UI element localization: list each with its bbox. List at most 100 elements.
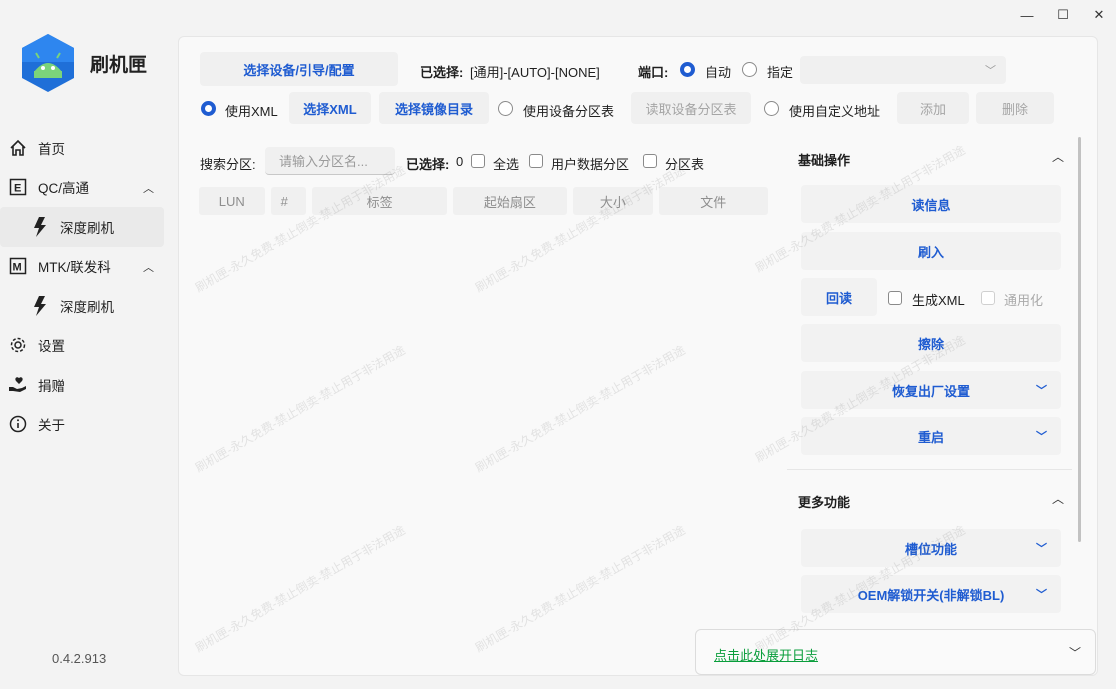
log-expander[interactable]: 点击此处展开日志 ﹀ xyxy=(695,629,1096,675)
factory-reset-button[interactable]: 恢复出厂设置 ﹀ xyxy=(801,371,1061,409)
minimize-icon[interactable]: — xyxy=(1020,6,1034,24)
window-controls: — ☐ ✕ xyxy=(1020,6,1106,24)
brand: 刷机匣 xyxy=(20,32,147,94)
search-partition-label: 搜索分区: xyxy=(200,157,256,172)
selected-count-label: 已选择: xyxy=(406,157,450,172)
close-icon[interactable]: ✕ xyxy=(1092,6,1106,24)
port-select[interactable]: ﹀ xyxy=(800,56,1006,84)
expand-log-link[interactable]: 点击此处展开日志 xyxy=(714,645,818,664)
chevron-up-icon[interactable]: ︿ xyxy=(143,259,154,275)
use-device-partition-radio[interactable] xyxy=(498,101,513,116)
generic-checkbox[interactable] xyxy=(981,291,995,305)
sidebar-item-about[interactable]: 关于 xyxy=(0,405,164,445)
flash-button[interactable]: 刷入 xyxy=(801,232,1061,270)
select-xml-button[interactable]: 选择XML xyxy=(289,92,371,124)
letter-e-icon: E xyxy=(8,177,28,197)
factory-reset-label: 恢复出厂设置 xyxy=(891,383,970,399)
use-device-partition-label: 使用设备分区表 xyxy=(523,104,615,119)
port-label: 端口: xyxy=(638,65,669,80)
right-panel-scrollbar[interactable] xyxy=(1078,137,1081,542)
select-all-label: 全选 xyxy=(493,157,520,172)
user-data-partition-label: 用户数据分区 xyxy=(551,157,630,172)
section-divider xyxy=(787,469,1072,470)
chevron-up-icon[interactable]: ︿ xyxy=(1052,148,1064,165)
select-device-button[interactable]: 选择设备/引导/配置 xyxy=(200,52,398,86)
sidebar-item-mtk-deep-flash[interactable]: 深度刷机 xyxy=(0,286,164,326)
chevron-up-icon[interactable]: ︿ xyxy=(143,180,154,196)
column-header-label[interactable]: 标签 xyxy=(312,187,447,215)
sidebar: 刷机匣 首页 E QC/高通 ︿ 深度刷机 M MTK/联发科 ︿ 深度刷机 设… xyxy=(0,0,170,689)
select-all-checkbox[interactable] xyxy=(471,154,485,168)
column-header-size[interactable]: 大小 xyxy=(573,187,653,215)
info-icon xyxy=(8,414,28,434)
sidebar-item-qc[interactable]: E QC/高通 ︿ xyxy=(0,168,164,208)
use-xml-label: 使用XML xyxy=(225,104,278,119)
slot-func-button[interactable]: 槽位功能 ﹀ xyxy=(801,529,1061,567)
select-image-dir-button[interactable]: 选择镜像目录 xyxy=(379,92,489,124)
letter-m-icon: M xyxy=(8,256,28,276)
chevron-down-icon: ﹀ xyxy=(985,65,996,77)
port-manual-label: 指定 xyxy=(767,65,794,80)
oem-unlock-button[interactable]: OEM解锁开关(非解锁BL) ﹀ xyxy=(801,575,1061,613)
oem-unlock-label: OEM解锁开关(非解锁BL) xyxy=(857,587,1005,603)
add-button[interactable]: 添加 xyxy=(897,92,969,124)
read-info-button[interactable]: 读信息 xyxy=(801,185,1061,223)
column-header-lun[interactable]: LUN xyxy=(199,187,265,215)
column-header-file[interactable]: 文件 xyxy=(658,187,768,215)
search-partition-input[interactable]: 请输入分区名... xyxy=(265,147,395,175)
use-xml-radio[interactable] xyxy=(201,101,216,116)
sidebar-item-label: 关于 xyxy=(38,418,65,434)
sidebar-item-donate[interactable]: 捐赠 xyxy=(0,365,164,405)
app-version: 0.4.2.913 xyxy=(52,651,107,666)
generate-xml-label: 生成XML xyxy=(912,293,965,308)
partition-table-label: 分区表 xyxy=(665,157,705,172)
readback-button[interactable]: 回读 xyxy=(801,278,877,316)
sidebar-item-label: 深度刷机 xyxy=(60,220,114,236)
chevron-down-icon: ﹀ xyxy=(1036,385,1047,397)
sidebar-item-settings[interactable]: 设置 xyxy=(0,326,164,366)
maximize-icon[interactable]: ☐ xyxy=(1056,6,1070,24)
gear-icon xyxy=(8,335,28,355)
sidebar-item-home[interactable]: 首页 xyxy=(0,128,164,168)
basic-ops-title: 基础操作 xyxy=(798,153,851,168)
generic-label: 通用化 xyxy=(1004,293,1044,308)
user-data-partition-checkbox[interactable] xyxy=(529,154,543,168)
partition-table-checkbox[interactable] xyxy=(643,154,657,168)
sidebar-item-label: 捐赠 xyxy=(38,378,65,394)
home-icon xyxy=(8,138,28,158)
sidebar-item-mtk[interactable]: M MTK/联发科 ︿ xyxy=(0,247,164,287)
chevron-up-icon[interactable]: ︿ xyxy=(1052,490,1064,507)
column-header-start-sector[interactable]: 起始扇区 xyxy=(452,187,568,215)
more-funcs-title: 更多功能 xyxy=(798,495,851,510)
sidebar-item-label: 设置 xyxy=(38,339,65,355)
chevron-down-icon[interactable]: ﹀ xyxy=(1069,644,1081,661)
use-custom-address-label: 使用自定义地址 xyxy=(789,104,881,119)
donate-icon xyxy=(8,375,28,395)
lightning-icon xyxy=(30,295,50,316)
erase-button[interactable]: 擦除 xyxy=(801,324,1061,362)
sidebar-nav: 首页 E QC/高通 ︿ 深度刷机 M MTK/联发科 ︿ 深度刷机 设置 捐赠… xyxy=(0,128,164,444)
selected-config-value: [通用]-[AUTO]-[NONE] xyxy=(470,65,600,80)
app-name: 刷机匣 xyxy=(90,54,148,76)
selected-count-value: 0 xyxy=(456,154,464,169)
svg-text:M: M xyxy=(13,262,22,274)
read-device-partition-button[interactable]: 读取设备分区表 xyxy=(631,92,751,124)
delete-button[interactable]: 删除 xyxy=(976,92,1054,124)
selected-label: 已选择: xyxy=(420,65,464,80)
generate-xml-checkbox[interactable] xyxy=(888,291,902,305)
sidebar-item-label: QC/高通 xyxy=(38,181,90,197)
use-custom-address-radio[interactable] xyxy=(764,101,779,116)
reboot-button[interactable]: 重启 ﹀ xyxy=(801,417,1061,455)
port-auto-radio[interactable] xyxy=(680,62,695,77)
sidebar-item-label: 深度刷机 xyxy=(60,299,114,315)
chevron-down-icon: ﹀ xyxy=(1036,543,1047,555)
sidebar-item-label: 首页 xyxy=(38,141,65,157)
app-logo-icon xyxy=(22,34,74,92)
column-header-index[interactable]: # xyxy=(270,187,307,215)
slot-func-label: 槽位功能 xyxy=(904,541,957,557)
svg-text:E: E xyxy=(14,183,21,195)
sidebar-item-qc-deep-flash[interactable]: 深度刷机 xyxy=(0,207,164,247)
port-manual-radio[interactable] xyxy=(742,62,757,77)
main-panel: 选择设备/引导/配置 已选择: [通用]-[AUTO]-[NONE] 端口: 自… xyxy=(178,36,1098,676)
lightning-icon xyxy=(30,216,50,237)
